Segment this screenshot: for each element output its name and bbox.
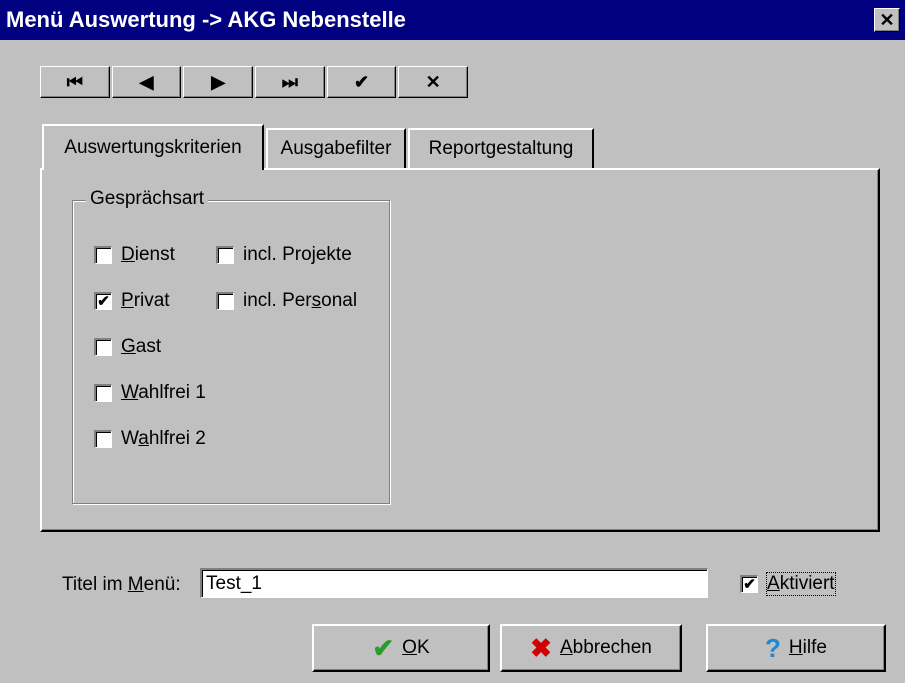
- checkbox-box[interactable]: [216, 292, 234, 310]
- checkbox-box[interactable]: [94, 246, 112, 264]
- checkbox-incl-projekte[interactable]: incl. Projekte: [216, 244, 352, 266]
- tab-reportgestaltung[interactable]: Reportgestaltung: [408, 128, 594, 168]
- checkbox-aktiviert[interactable]: ✔ Aktiviert: [740, 572, 836, 596]
- dialog-window: Menü Auswertung -> AKG Nebenstelle ✕ ⏮ ◀…: [0, 0, 905, 683]
- prev-record-button[interactable]: ◀: [111, 66, 182, 98]
- abbrechen-button-label: Abbrechen: [559, 637, 652, 658]
- checkbox-box[interactable]: ✔: [740, 575, 758, 593]
- title-bar: Menü Auswertung -> AKG Nebenstelle ✕: [0, 0, 905, 40]
- abbrechen-button[interactable]: ✖ Abbrechen: [500, 624, 682, 672]
- checkbox-dienst[interactable]: Dienst: [94, 244, 175, 266]
- cancel-x-icon: ✖: [530, 633, 552, 663]
- checkbox-privat[interactable]: ✔ Privat: [94, 290, 170, 312]
- group-title: Gesprächsart: [86, 188, 209, 210]
- checkbox-label: incl. Personal: [243, 290, 358, 311]
- checkmark-icon: ✔: [372, 633, 395, 663]
- first-record-button[interactable]: ⏮: [40, 66, 110, 98]
- close-button[interactable]: ✕: [874, 8, 900, 32]
- checkbox-box[interactable]: ✔: [94, 292, 112, 310]
- help-question-icon: ?: [765, 633, 781, 663]
- ok-button[interactable]: ✔ OK: [312, 624, 490, 672]
- window-title: Menü Auswertung -> AKG Nebenstelle: [6, 7, 406, 32]
- next-record-button[interactable]: ▶: [183, 66, 254, 98]
- checkbox-box[interactable]: [216, 246, 234, 264]
- checkbox-label: Privat: [121, 290, 170, 311]
- checkbox-label: incl. Projekte: [243, 244, 352, 265]
- checkbox-label: Gast: [121, 336, 162, 357]
- checkbox-gast[interactable]: Gast: [94, 336, 161, 358]
- last-record-button[interactable]: ⏭: [255, 66, 325, 98]
- confirm-button[interactable]: ✔: [326, 66, 397, 98]
- hilfe-button[interactable]: ? Hilfe: [706, 624, 886, 672]
- checkbox-incl-personal[interactable]: incl. Personal: [216, 290, 357, 312]
- checkbox-label: Wahlfrei 1: [121, 382, 206, 403]
- discard-button[interactable]: ✕: [398, 66, 469, 98]
- checkbox-box[interactable]: [94, 430, 112, 448]
- titel-im-menu-label: Titel im Menü:: [62, 574, 181, 595]
- titel-im-menu-input[interactable]: Test_1: [200, 568, 708, 598]
- checkbox-label: Wahlfrei 2: [121, 428, 206, 449]
- checkbox-box[interactable]: [94, 338, 112, 356]
- checkbox-wahlfrei-2[interactable]: Wahlfrei 2: [94, 428, 206, 450]
- checkbox-label: Dienst: [121, 244, 175, 265]
- record-navigation-toolbar: ⏮ ◀ ▶ ⏭ ✔ ✕: [40, 66, 470, 98]
- checkbox-wahlfrei-1[interactable]: Wahlfrei 1: [94, 382, 206, 404]
- tab-ausgabefilter[interactable]: Ausgabefilter: [266, 128, 406, 168]
- tab-auswertungskriterien[interactable]: Auswertungskriterien: [42, 124, 264, 170]
- ok-button-label: OK: [402, 637, 430, 658]
- checkbox-label: Aktiviert: [766, 572, 836, 596]
- checkbox-box[interactable]: [94, 384, 112, 402]
- hilfe-button-label: Hilfe: [788, 637, 827, 658]
